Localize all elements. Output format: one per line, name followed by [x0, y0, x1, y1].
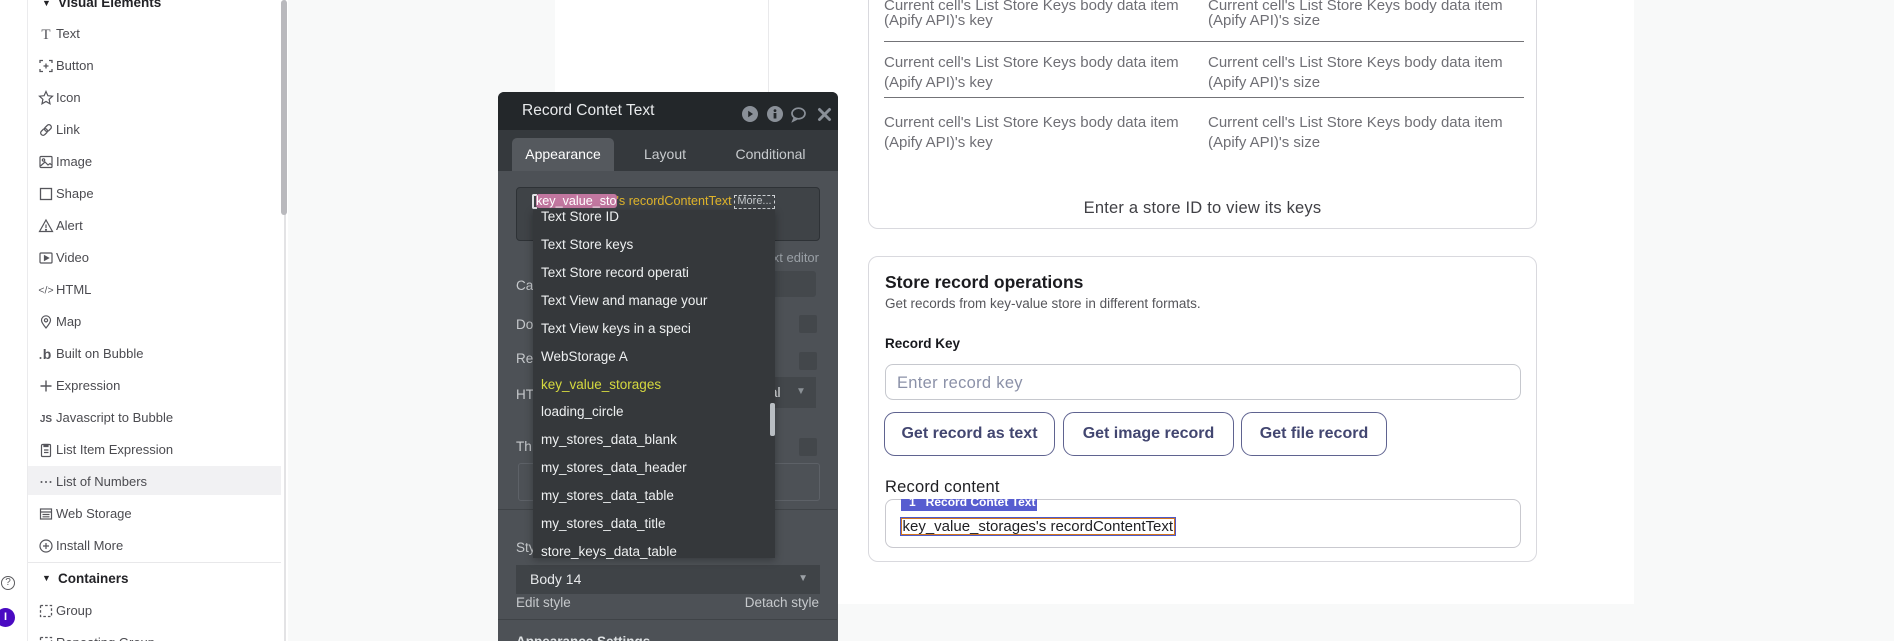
svg-text:</>: </> [38, 285, 53, 297]
svg-text:T: T [41, 27, 50, 42]
svg-text:b: b [43, 346, 52, 362]
svg-text:JS: JS [40, 414, 53, 425]
